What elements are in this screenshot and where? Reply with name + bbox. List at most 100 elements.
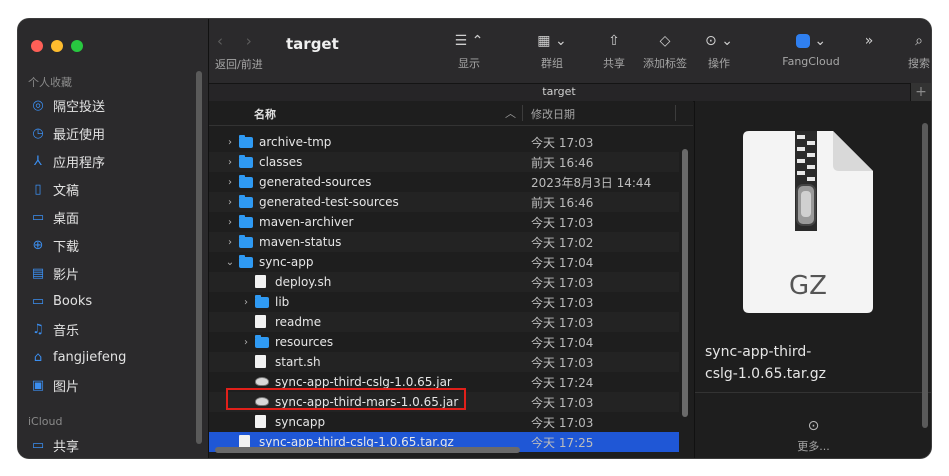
folder-icon bbox=[239, 175, 253, 188]
share-button[interactable]: ⇧ 共享 bbox=[599, 31, 629, 71]
file-name: maven-archiver bbox=[259, 215, 354, 229]
gz-badge: GZ bbox=[789, 271, 827, 301]
sidebar-item[interactable]: ▯ 文稿 bbox=[26, 176, 198, 202]
chevron-right-icon[interactable]: › bbox=[225, 237, 235, 248]
home-icon: ⌂ bbox=[33, 349, 43, 365]
chevron-right-icon[interactable]: › bbox=[225, 157, 235, 168]
back-forward-icon[interactable]: ‹ › bbox=[217, 32, 261, 50]
chevron-right-icon[interactable]: › bbox=[241, 337, 251, 348]
preview-scrollbar[interactable] bbox=[922, 123, 928, 428]
sidebar-section-icloud: iCloud bbox=[28, 415, 63, 428]
list-item[interactable]: syncapp 今天 17:03 bbox=[209, 412, 679, 432]
file-date: 今天 17:04 bbox=[531, 255, 594, 270]
close-button[interactable] bbox=[31, 40, 43, 52]
view-button[interactable]: ☰ ⌃ 显示 bbox=[447, 31, 491, 71]
file-name: syncapp bbox=[275, 415, 326, 429]
file-name: resources bbox=[275, 335, 334, 349]
list-item[interactable]: start.sh 今天 17:03 bbox=[209, 352, 679, 372]
back-forward-label: 返回/前进 bbox=[215, 58, 263, 71]
column-name-header[interactable]: 名称 bbox=[254, 106, 276, 122]
minimize-button[interactable] bbox=[51, 40, 63, 52]
sidebar-item[interactable]: ▣ 图片 bbox=[26, 372, 198, 398]
list-vertical-scrollbar[interactable] bbox=[682, 149, 688, 417]
share-icon: ⇧ bbox=[608, 33, 620, 49]
zoom-button[interactable] bbox=[71, 40, 83, 52]
preview-filename-line-1: sync-app-third- bbox=[705, 344, 812, 360]
folder-icon bbox=[239, 135, 253, 148]
ellipsis-circle-icon: ⊙ bbox=[807, 418, 820, 434]
chevron-double-right-icon: » bbox=[864, 33, 874, 49]
file-name: generated-test-sources bbox=[259, 195, 399, 209]
file-name: maven-status bbox=[259, 235, 342, 249]
chevron-right-icon[interactable]: › bbox=[241, 297, 251, 308]
list-item[interactable]: readme 今天 17:03 bbox=[209, 312, 679, 332]
preview-filename: sync-app-third- cslg-1.0.65.tar.gz bbox=[705, 341, 925, 385]
annotation-highlight-box bbox=[226, 388, 466, 410]
folder-icon bbox=[239, 255, 253, 268]
sidebar-item-label: 桌面 bbox=[53, 211, 80, 227]
list-item[interactable]: › generated-test-sources 前天 16:46 bbox=[209, 192, 679, 212]
file-date: 今天 17:04 bbox=[531, 335, 594, 350]
chevron-down-icon[interactable]: ⌄ bbox=[225, 257, 235, 268]
list-item[interactable]: › lib 今天 17:03 bbox=[209, 292, 679, 312]
file-date: 前天 16:46 bbox=[531, 195, 594, 210]
sidebar-item[interactable]: ▭ Books bbox=[26, 288, 198, 314]
fangcloud-button[interactable]: ⌄ FangCloud bbox=[774, 31, 848, 68]
more-button[interactable]: ⊙ 更多... bbox=[695, 418, 931, 454]
tag-button[interactable]: ◇ 添加标签 bbox=[637, 31, 693, 71]
list-item[interactable]: › maven-archiver 今天 17:03 bbox=[209, 212, 679, 232]
search-button[interactable]: ⌕ 搜索 bbox=[904, 31, 931, 71]
search-icon: ⌕ bbox=[915, 33, 923, 49]
list-item[interactable]: › maven-status 今天 17:02 bbox=[209, 232, 679, 252]
chevron-right-icon[interactable]: › bbox=[225, 217, 235, 228]
action-button[interactable]: ⊙ ⌄ 操作 bbox=[699, 31, 739, 71]
chevron-right-icon[interactable]: › bbox=[225, 177, 235, 188]
group-button-label: 群组 bbox=[541, 57, 563, 70]
sidebar-item[interactable]: ▭ 桌面 bbox=[26, 204, 198, 230]
new-tab-button[interactable]: + bbox=[910, 83, 931, 102]
sidebar-item[interactable]: ♫ 音乐 bbox=[26, 316, 198, 342]
document-icon bbox=[255, 275, 266, 288]
download-icon: ⊕ bbox=[32, 237, 44, 253]
sidebar: 个人收藏 ◎ 隔空投送 ◷ 最近使用 ⅄ 应用程序 ▯ 文稿 ▭ 桌面 ⊕ 下载 ▤ 影片 ▭ Books ♫ 音… bbox=[18, 19, 209, 458]
file-name: readme bbox=[275, 315, 322, 329]
file-date: 今天 17:03 bbox=[531, 315, 594, 330]
sidebar-item-label: 影片 bbox=[53, 267, 80, 283]
list-item[interactable]: › resources 今天 17:04 bbox=[209, 332, 679, 352]
sidebar-item[interactable]: ◷ 最近使用 bbox=[26, 120, 198, 146]
list-item[interactable]: › classes 前天 16:46 bbox=[209, 152, 679, 172]
file-name: sync-app bbox=[259, 255, 314, 269]
sidebar-item-label: fangjiefeng bbox=[53, 349, 127, 365]
sidebar-item[interactable]: ⊕ 下载 bbox=[26, 232, 198, 258]
sidebar-item[interactable]: ⌂ fangjiefeng bbox=[26, 344, 198, 370]
sidebar-item[interactable]: ▭ 共享 bbox=[26, 432, 198, 458]
chevron-right-icon[interactable]: › bbox=[225, 137, 235, 148]
applications-icon: ⅄ bbox=[34, 153, 42, 169]
chevron-right-icon[interactable]: › bbox=[225, 197, 235, 208]
file-name: lib bbox=[275, 295, 290, 309]
sidebar-item[interactable]: ⅄ 应用程序 bbox=[26, 148, 198, 174]
sidebar-item-label: 应用程序 bbox=[53, 155, 106, 171]
file-name: generated-sources bbox=[259, 175, 372, 189]
list-item[interactable]: ⌄ sync-app 今天 17:04 bbox=[209, 252, 679, 272]
tag-icon: ◇ bbox=[659, 33, 671, 49]
photo-icon: ▣ bbox=[31, 377, 45, 393]
document-icon bbox=[255, 355, 266, 368]
sidebar-item[interactable]: ▤ 影片 bbox=[26, 260, 198, 286]
group-button[interactable]: ▦ ⌄ 群组 bbox=[530, 31, 574, 71]
list-item[interactable]: › generated-sources 2023年8月3日 14:44 bbox=[209, 172, 679, 192]
sidebar-item[interactable]: ◎ 隔空投送 bbox=[26, 92, 198, 118]
clock-icon: ◷ bbox=[32, 125, 44, 141]
overflow-button[interactable]: » bbox=[859, 31, 879, 51]
file-name: start.sh bbox=[275, 355, 321, 369]
list-item[interactable]: › archive-tmp 今天 17:03 bbox=[209, 132, 679, 152]
list-item[interactable]: deploy.sh 今天 17:03 bbox=[209, 272, 679, 292]
sidebar-scrollbar[interactable] bbox=[196, 71, 202, 444]
column-date-header[interactable]: 修改日期 bbox=[531, 106, 575, 122]
file-name: sync-app-third-cslg-1.0.65.jar bbox=[275, 375, 452, 389]
preview-pane: GZ sync-app-third- cslg-1.0.65.tar.gz ⊙ … bbox=[694, 101, 931, 458]
list-horizontal-scrollbar[interactable] bbox=[215, 447, 520, 453]
sidebar-item-label: 共享 bbox=[53, 439, 80, 455]
sidebar-item-label: 文稿 bbox=[53, 183, 80, 199]
file-date: 今天 17:02 bbox=[531, 235, 594, 250]
